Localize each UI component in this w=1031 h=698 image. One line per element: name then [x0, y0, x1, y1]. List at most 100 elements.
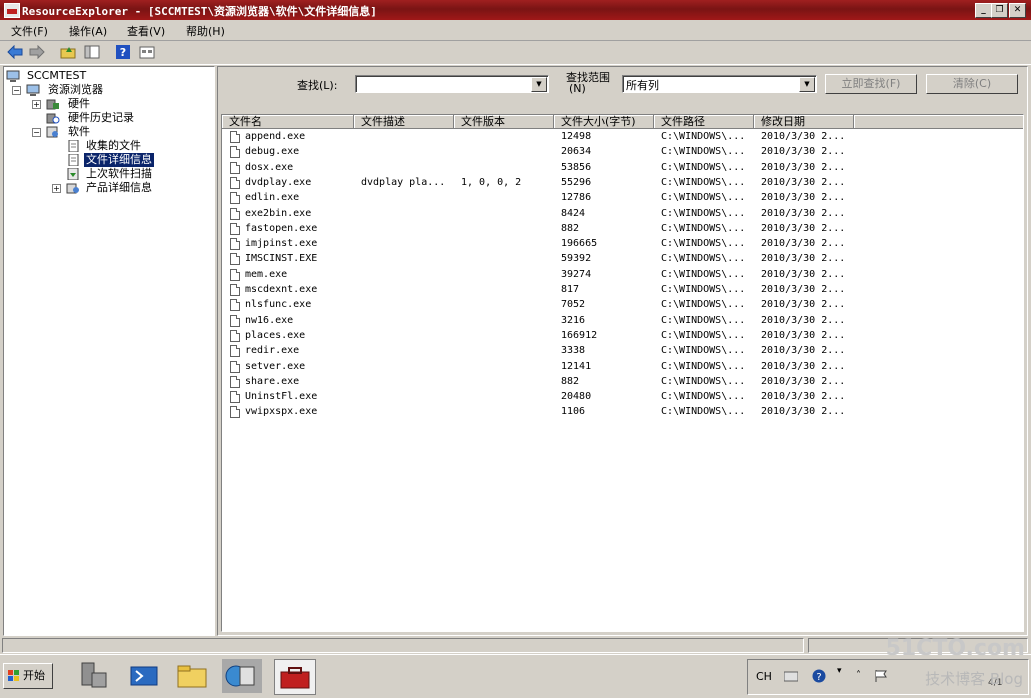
table-row[interactable]: IMSCINST.EXE 59392 C:\WINDOWS\... 2010/3/30… [222, 252, 862, 267]
scope-combo[interactable]: 所有列 ▼ [622, 75, 817, 93]
forward-arrow-icon[interactable] [29, 45, 45, 59]
cell-path: C:\WINDOWS\... [661, 329, 746, 341]
toolbox-icon[interactable] [274, 659, 316, 695]
column-header-name[interactable]: 文件名 [222, 115, 354, 129]
table-row[interactable]: debug.exe 20634 C:\WINDOWS\... 2010/3/30 2.… [222, 145, 862, 160]
menu-help[interactable]: 帮助(H) [186, 23, 225, 39]
cell-date: 2010/3/30 2... [761, 207, 846, 219]
table-row[interactable]: mem.exe 39274 C:\WINDOWS\... 2010/3/30 2... [222, 268, 862, 283]
expand-toggle[interactable]: + [32, 100, 41, 109]
calculator-app-icon[interactable] [222, 659, 262, 693]
column-header-version[interactable]: 文件版本 [454, 115, 554, 129]
cell-path: C:\WINDOWS\... [661, 253, 746, 265]
table-row[interactable]: nlsfunc.exe 7052 C:\WINDOWS\... 2010/3/30 2… [222, 298, 862, 313]
title-bar[interactable]: ResourceExplorer - [SCCMTEST\资源浏览器\软件\文件… [0, 0, 1031, 20]
table-row[interactable]: nw16.exe 3216 C:\WINDOWS\... 2010/3/30 2... [222, 314, 862, 329]
file-icon [230, 146, 240, 159]
table-row[interactable]: fastopen.exe 882 C:\WINDOWS\... 2010/3/30 2… [222, 222, 862, 237]
file-icon [230, 222, 240, 235]
table-row[interactable]: places.exe 166912 C:\WINDOWS\... 2010/3/30 … [222, 329, 862, 344]
chevron-down-icon[interactable]: ▾ [837, 666, 842, 676]
table-row[interactable]: share.exe 882 C:\WINDOWS\... 2010/3/30 2... [222, 375, 862, 390]
hardware-icon [46, 99, 59, 110]
table-row[interactable]: dvdplay.exe dvdplay pla... 1, 0, 0, 2 55296… [222, 176, 862, 191]
table-row[interactable]: append.exe 12498 C:\WINDOWS\... 2010/3/30 2… [222, 130, 862, 145]
powershell-icon[interactable] [124, 659, 164, 693]
cell-path: C:\WINDOWS\... [661, 314, 746, 326]
column-header-path[interactable]: 文件路径 [654, 115, 754, 129]
windows-logo-icon [8, 670, 19, 681]
chevron-down-icon[interactable]: ▼ [531, 77, 547, 92]
cell-date: 2010/3/30 2... [761, 345, 846, 357]
language-indicator[interactable]: CH [756, 670, 772, 683]
menu-view[interactable]: 查看(V) [127, 23, 165, 39]
column-header-description[interactable]: 文件描述 [354, 115, 454, 129]
tree-node-last-software-scan[interactable]: 上次软件扫描 [6, 167, 206, 181]
cell-name: places.exe [245, 329, 306, 341]
tree-node-product-details[interactable]: + 产品详细信息 [6, 181, 206, 195]
cell-name: mscdexnt.exe [245, 284, 318, 295]
column-header-filler [854, 115, 1023, 129]
back-arrow-icon[interactable] [7, 45, 23, 59]
file-icon [230, 329, 240, 342]
expand-toggle[interactable]: + [52, 184, 61, 193]
menu-file[interactable]: 文件(F) [11, 23, 48, 39]
file-details-list[interactable]: 文件名 文件描述 文件版本 文件大小(字节) 文件路径 修改日期 append.… [221, 114, 1024, 632]
tree-node-hardware[interactable]: + 硬件 [6, 97, 206, 111]
table-row[interactable]: vwipxspx.exe 1106 C:\WINDOWS\... 2010/3/30 … [222, 405, 862, 420]
column-header-size[interactable]: 文件大小(字节) [554, 115, 654, 129]
chevron-down-icon[interactable]: ▼ [799, 77, 815, 92]
minimize-button[interactable]: _ [975, 3, 992, 18]
show-hide-tree-icon[interactable] [84, 45, 100, 59]
tree-node-resource-explorer[interactable]: − 资源浏览器 [6, 83, 206, 97]
find-combo[interactable]: ▼ [355, 75, 549, 93]
explorer-folder-icon[interactable] [172, 659, 212, 693]
properties-icon[interactable] [139, 45, 155, 59]
cell-name: vwipxspx.exe [245, 406, 318, 418]
column-header-modified[interactable]: 修改日期 [754, 115, 854, 129]
collapse-toggle[interactable]: − [32, 128, 41, 137]
cell-size: 12141 [561, 360, 592, 372]
server-manager-icon[interactable] [74, 659, 114, 693]
cell-size: 1106 [561, 406, 586, 418]
collapse-toggle[interactable]: − [12, 86, 21, 95]
chevron-up-icon[interactable]: ˄ [856, 670, 861, 681]
table-row[interactable]: edlin.exe 12786 C:\WINDOWS\... 2010/3/30 2.… [222, 191, 862, 206]
clear-button[interactable]: 清除(C) [926, 74, 1018, 94]
cell-date: 2010/3/30 2... [761, 253, 846, 265]
table-row[interactable]: imjpinst.exe 196665 C:\WINDOWS\... 2010/3/3… [222, 237, 862, 252]
table-row[interactable]: dosx.exe 53856 C:\WINDOWS\... 2010/3/30 2..… [222, 161, 862, 176]
table-row[interactable]: UninstFl.exe 20480 C:\WINDOWS\... 2010/3/30… [222, 390, 862, 405]
help-icon[interactable]: ? [812, 669, 826, 683]
file-icon [230, 238, 240, 251]
table-row[interactable]: redir.exe 3338 C:\WINDOWS\... 2010/3/30 2..… [222, 344, 862, 359]
tree-node-collected-files[interactable]: 收集的文件 [6, 139, 206, 153]
file-icon [230, 360, 240, 373]
flag-icon[interactable] [874, 669, 888, 683]
keyboard-icon[interactable] [784, 670, 798, 682]
tree-node-file-details[interactable]: 文件详细信息 [6, 153, 206, 167]
file-icon [230, 375, 240, 388]
table-row[interactable]: setver.exe 12141 C:\WINDOWS\... 2010/3/30 2… [222, 360, 862, 375]
up-folder-icon[interactable] [60, 45, 76, 59]
app-icon[interactable] [4, 3, 20, 18]
computer-icon [6, 70, 20, 82]
tree-pane[interactable]: SCCMTEST − 资源浏览器 + 硬件 硬件历史记录 − 软件 收集的文件 … [3, 66, 215, 636]
cell-date: 2010/3/30 2... [761, 192, 846, 204]
tree-node-software[interactable]: − 软件 [6, 125, 206, 139]
start-button[interactable]: 开始 [3, 663, 53, 689]
menu-action[interactable]: 操作(A) [69, 23, 107, 39]
file-icon [230, 176, 240, 189]
restore-button[interactable]: ❐ [991, 3, 1008, 18]
cell-path: C:\WINDOWS\... [661, 375, 746, 387]
table-row[interactable]: exe2bin.exe 8424 C:\WINDOWS\... 2010/3/30 2… [222, 207, 862, 222]
find-now-button[interactable]: 立即查找(F) [825, 74, 917, 94]
scope-value: 所有列 [626, 79, 659, 92]
tree-node-hardware-history[interactable]: 硬件历史记录 [6, 111, 206, 125]
cell-size: 3216 [561, 314, 586, 326]
cell-size: 20480 [561, 391, 592, 403]
close-button[interactable]: ✕ [1009, 3, 1026, 18]
help-icon[interactable]: ? [115, 45, 131, 59]
table-row[interactable]: mscdexnt.exe 817 C:\WINDOWS\... 2010/3/30 2… [222, 283, 862, 298]
cell-name: exe2bin.exe [245, 207, 312, 219]
